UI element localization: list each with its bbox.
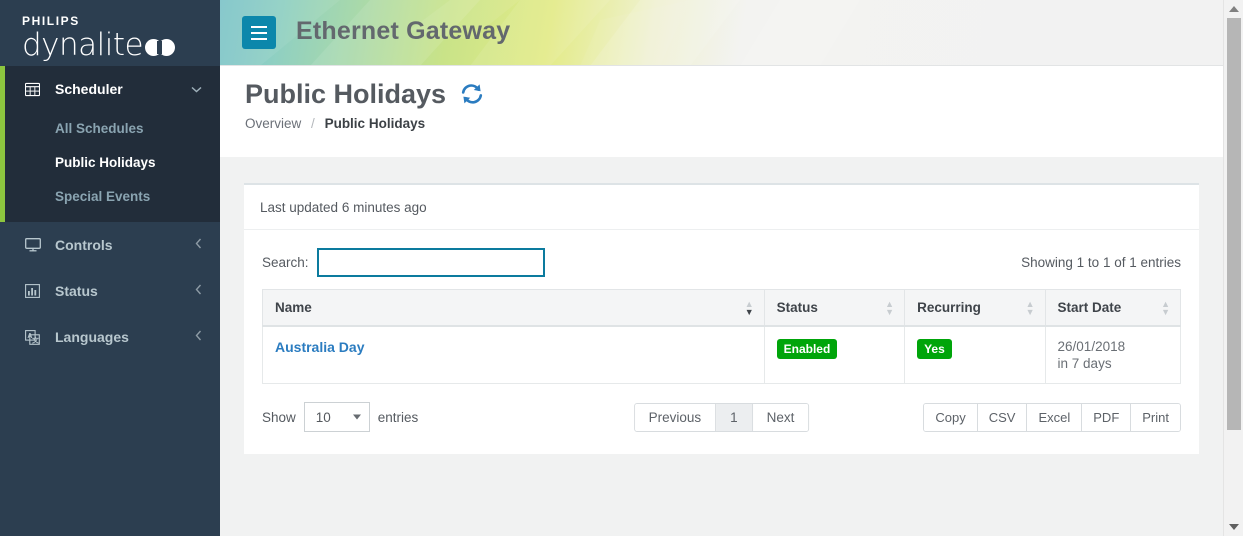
brand-logo: PHILIPS dynalite: [0, 0, 220, 66]
column-header-start-date[interactable]: Start Date ▲ ▼: [1044, 289, 1182, 327]
sidebar-item-controls[interactable]: Controls: [0, 222, 220, 268]
recurring-badge: Yes: [917, 339, 952, 359]
refresh-icon[interactable]: [460, 83, 484, 110]
sidebar-nav: Scheduler All Schedules Public Holidays …: [0, 66, 220, 360]
export-csv-button[interactable]: CSV: [977, 403, 1028, 431]
sidebar-item-label: Languages: [55, 329, 129, 345]
search-group: Search:: [262, 248, 545, 277]
sidebar-item-label: Status: [55, 283, 98, 299]
scrollbar-thumb[interactable]: [1227, 18, 1241, 430]
page-title: Public Holidays: [245, 78, 447, 109]
column-label: Start Date: [1057, 300, 1122, 315]
page-length-select[interactable]: 10: [303, 402, 370, 432]
sidebar-item-status[interactable]: Status: [0, 268, 220, 314]
top-bar: Ethernet Gateway: [220, 0, 1223, 66]
pagination-next[interactable]: Next: [752, 403, 809, 431]
scroll-down-arrow-icon[interactable]: [1228, 524, 1239, 530]
svg-text:文: 文: [32, 335, 40, 344]
table-head: Name ▲ ▼ Status ▲ ▼ Recurring ▲ ▼ Start …: [262, 289, 1182, 327]
export-buttons: Copy CSV Excel PDF Print: [923, 402, 1181, 432]
sort-icon[interactable]: ▲ ▼: [1026, 299, 1035, 316]
chevron-left-icon[interactable]: [195, 284, 202, 298]
sidebar-item-public-holidays[interactable]: Public Holidays: [0, 146, 220, 180]
status-badge: Enabled: [776, 339, 838, 359]
column-header-status[interactable]: Status ▲ ▼: [763, 289, 906, 327]
start-date-relative: in 7 days: [1057, 356, 1112, 371]
cell-name: Australia Day: [262, 325, 765, 384]
holiday-name-link[interactable]: Australia Day: [275, 339, 364, 355]
sidebar-group-scheduler: Scheduler All Schedules Public Holidays …: [0, 66, 220, 222]
vertical-scrollbar[interactable]: [1223, 0, 1243, 536]
holidays-table: Name ▲ ▼ Status ▲ ▼ Recurring ▲ ▼ Start …: [262, 289, 1182, 384]
search-input[interactable]: [316, 248, 545, 277]
breadcrumb-overview[interactable]: Overview: [245, 116, 301, 131]
sidebar-submenu-scheduler: All Schedules Public Holidays Special Ev…: [0, 112, 220, 222]
sort-icon[interactable]: ▲ ▼: [885, 299, 894, 316]
cell-status: Enabled: [763, 325, 906, 384]
show-label: Show: [262, 409, 296, 425]
table-footer: Show 10 entries Previous 1 Next Copy CSV…: [262, 402, 1181, 432]
application-window: PHILIPS dynalite Scheduler All Schedules…: [0, 0, 1243, 536]
main-content: Last updated 6 minutes ago Search: Showi…: [220, 157, 1223, 536]
breadcrumb-current: Public Holidays: [324, 116, 426, 131]
column-label: Recurring: [917, 300, 981, 315]
export-copy-button[interactable]: Copy: [924, 403, 978, 431]
sort-icon[interactable]: ▲ ▼: [1161, 299, 1170, 316]
column-header-name[interactable]: Name ▲ ▼: [262, 289, 765, 327]
pagination: Previous 1 Next: [633, 402, 810, 432]
page-title-row: Public Holidays: [220, 66, 1223, 110]
sort-icon[interactable]: ▲ ▼: [745, 299, 754, 316]
sidebar-item-all-schedules[interactable]: All Schedules: [0, 112, 220, 146]
pagination-page-1[interactable]: 1: [716, 403, 753, 431]
language-icon: A 文: [25, 329, 45, 345]
table-row[interactable]: Australia Day Enabled Yes 26/01/2018 in …: [262, 325, 1182, 384]
public-holidays-panel: Last updated 6 minutes ago Search: Showi…: [244, 183, 1199, 454]
cell-recurring: Yes: [904, 325, 1046, 384]
sidebar-item-special-events[interactable]: Special Events: [0, 180, 220, 214]
table-toolbar: Search: Showing 1 to 1 of 1 entries: [262, 244, 1181, 289]
dynalite-logo: dynalite: [22, 29, 220, 61]
column-header-recurring[interactable]: Recurring ▲ ▼: [904, 289, 1046, 327]
sidebar: PHILIPS dynalite Scheduler All Schedules…: [0, 0, 220, 536]
scroll-up-arrow-icon[interactable]: [1228, 6, 1239, 12]
search-label: Search:: [262, 255, 309, 270]
chevron-left-icon[interactable]: [195, 330, 202, 344]
export-print-button[interactable]: Print: [1131, 403, 1180, 431]
monitor-icon: [25, 238, 45, 252]
dynalite-wordmark: dynalite: [22, 27, 144, 63]
sidebar-item-label: Controls: [55, 237, 113, 253]
hamburger-menu-icon[interactable]: [242, 16, 276, 49]
export-pdf-button[interactable]: PDF: [1082, 403, 1132, 431]
pagination-previous[interactable]: Previous: [634, 403, 717, 431]
chevron-left-icon[interactable]: [195, 238, 202, 252]
chevron-down-icon[interactable]: [191, 82, 202, 96]
table-header-row: Name ▲ ▼ Status ▲ ▼ Recurring ▲ ▼ Start …: [262, 289, 1182, 327]
panel-body: Search: Showing 1 to 1 of 1 entries Name…: [244, 230, 1199, 454]
page-length-value: 10: [315, 409, 331, 425]
entries-suffix-label: entries: [377, 409, 419, 425]
last-updated-text: Last updated 6 minutes ago: [260, 199, 427, 215]
export-excel-button[interactable]: Excel: [1027, 403, 1083, 431]
panel-header: Last updated 6 minutes ago: [244, 185, 1199, 230]
dynalite-mark-icon: [145, 39, 176, 56]
column-label: Status: [776, 300, 818, 315]
cell-start-date: 26/01/2018 in 7 days: [1044, 325, 1182, 384]
calendar-grid-icon: [25, 82, 45, 97]
philips-wordmark: PHILIPS: [22, 14, 80, 28]
sidebar-item-label: Scheduler: [55, 81, 123, 97]
page-length-group: Show 10 entries: [262, 402, 418, 432]
breadcrumb: Overview / Public Holidays: [220, 110, 1223, 131]
sidebar-item-languages[interactable]: A 文 Languages: [0, 314, 220, 360]
column-label: Name: [275, 300, 312, 315]
caret-down-icon: [352, 414, 361, 420]
entries-info: Showing 1 to 1 of 1 entries: [1021, 255, 1181, 270]
sidebar-item-scheduler[interactable]: Scheduler: [0, 66, 220, 112]
breadcrumb-separator: /: [311, 116, 315, 131]
page-header: Public Holidays Overview / Public Holida…: [220, 66, 1223, 157]
start-date-value: 26/01/2018: [1057, 339, 1126, 354]
bar-chart-icon: [25, 284, 45, 298]
table-body: Australia Day Enabled Yes 26/01/2018 in …: [262, 325, 1182, 384]
app-title: Ethernet Gateway: [296, 17, 511, 45]
